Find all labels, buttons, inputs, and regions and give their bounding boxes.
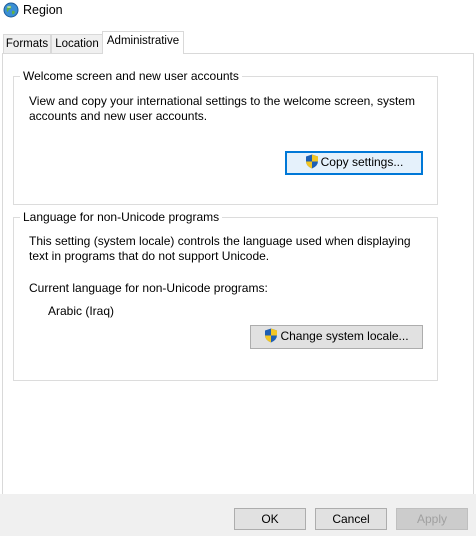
- dialog-button-bar: OK Cancel Apply: [0, 494, 476, 536]
- change-system-locale-button[interactable]: Change system locale...: [250, 325, 423, 349]
- tab-formats-label: Formats: [5, 38, 49, 50]
- tab-location[interactable]: Location: [51, 34, 103, 53]
- region-dialog: Region Formats Location Administrative W…: [0, 0, 476, 536]
- title-bar: Region: [0, 0, 476, 22]
- apply-button[interactable]: Apply: [396, 508, 468, 530]
- ok-button-label: OK: [261, 512, 279, 526]
- copy-settings-button[interactable]: Copy settings...: [285, 151, 423, 175]
- non-unicode-description-line2: text in programs that do not support Uni…: [29, 249, 270, 263]
- tab-formats[interactable]: Formats: [3, 34, 51, 53]
- welcome-description-line1: View and copy your international setting…: [29, 94, 415, 108]
- welcome-screen-group: Welcome screen and new user accounts Vie…: [13, 69, 438, 205]
- cancel-button[interactable]: Cancel: [315, 508, 387, 530]
- ok-button[interactable]: OK: [234, 508, 306, 530]
- non-unicode-group: Language for non-Unicode programs This s…: [13, 210, 438, 381]
- uac-shield-icon: [264, 328, 278, 343]
- tab-administrative-label: Administrative: [106, 35, 180, 47]
- window-title: Region: [23, 3, 63, 17]
- welcome-description: View and copy your international setting…: [29, 94, 429, 124]
- apply-button-label: Apply: [416, 512, 448, 526]
- current-language-value: Arabic (Iraq): [48, 304, 115, 318]
- current-language-label: Current language for non-Unicode program…: [29, 281, 268, 295]
- tab-strip: Formats Location Administrative: [0, 31, 476, 55]
- copy-settings-label: Copy settings...: [320, 155, 404, 169]
- globe-region-icon: [3, 2, 19, 18]
- non-unicode-description-line1: This setting (system locale) controls th…: [29, 234, 411, 248]
- cancel-button-label: Cancel: [332, 512, 370, 526]
- welcome-description-line2: accounts and new user accounts.: [29, 109, 208, 123]
- tab-administrative[interactable]: Administrative: [102, 31, 184, 54]
- welcome-group-legend: Welcome screen and new user accounts: [20, 69, 242, 83]
- tab-location-label: Location: [55, 38, 99, 50]
- change-system-locale-label: Change system locale...: [280, 329, 409, 343]
- non-unicode-description: This setting (system locale) controls th…: [29, 234, 429, 264]
- non-unicode-group-legend: Language for non-Unicode programs: [20, 210, 223, 224]
- uac-shield-icon: [305, 154, 319, 169]
